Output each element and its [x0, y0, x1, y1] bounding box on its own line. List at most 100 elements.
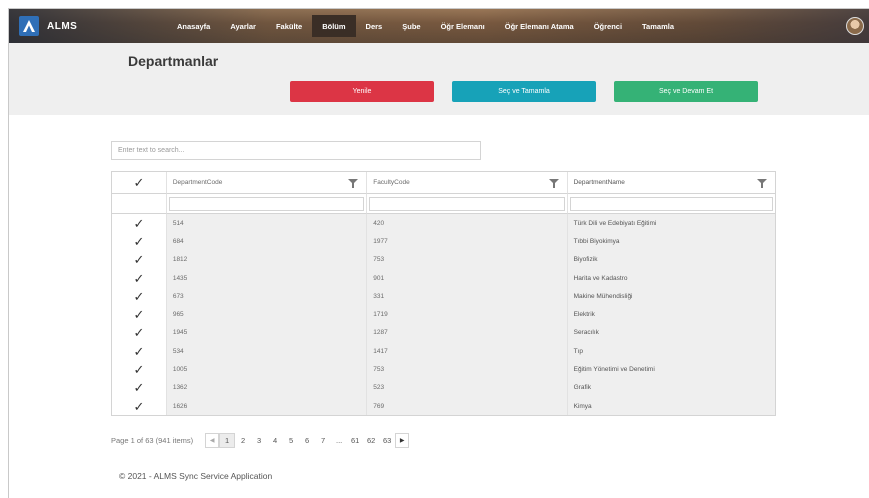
search-input[interactable]: Enter text to search...: [111, 141, 481, 160]
cell-department-name: Harita ve Kadastro: [567, 268, 775, 288]
pager: Page 1 of 63 (941 items) ◀ 1 2 3 4 5 6 7... 61 6…: [111, 433, 410, 448]
cell-faculty-code: 523: [367, 378, 568, 397]
cell-department-code: 1005: [166, 360, 368, 379]
page-button[interactable]: 5: [283, 433, 299, 448]
check-icon: ✓: [133, 343, 145, 359]
cell-faculty-code: 753: [367, 250, 568, 269]
grid-filter-row: [112, 194, 775, 214]
alms-logo-icon: [19, 16, 39, 36]
next-page-button[interactable]: ▶: [395, 433, 410, 448]
filter-input-department-name[interactable]: [569, 196, 773, 211]
column-header-department-code[interactable]: DepartmentCode: [166, 172, 368, 194]
cell-department-code: 965: [166, 305, 368, 324]
table-row[interactable]: ✓ 673 331 Makine Mühendisliği: [112, 287, 775, 306]
row-checkbox[interactable]: ✓: [112, 360, 167, 379]
row-checkbox[interactable]: ✓: [112, 378, 167, 397]
page-button[interactable]: 6: [299, 433, 315, 448]
table-row[interactable]: ✓ 684 1977 Tıbbi Biyokimya: [112, 232, 775, 251]
table-row[interactable]: ✓ 1005 753 Eğitim Yönetimi ve Denetimi: [112, 360, 775, 379]
nav-item-6[interactable]: Öğr Elemanı: [431, 15, 495, 37]
select-all-checkbox[interactable]: ✓: [112, 172, 167, 194]
main-nav: Anasayfa Ayarlar Fakülte Bölüm Ders Şube Öğr E…: [167, 9, 684, 43]
check-icon: ✓: [133, 362, 145, 378]
page-button[interactable]: 4: [267, 433, 283, 448]
check-icon: ✓: [133, 325, 145, 341]
nav-item-3[interactable]: Bölüm: [312, 15, 356, 37]
row-checkbox[interactable]: ✓: [112, 268, 167, 288]
cell-faculty-code: 1287: [367, 323, 568, 343]
filter-input-department-code[interactable]: [168, 196, 365, 211]
nav-item-9[interactable]: Tamamla: [632, 15, 684, 37]
table-row[interactable]: ✓ 534 1417 Tıp: [112, 342, 775, 361]
row-checkbox[interactable]: ✓: [112, 305, 167, 324]
check-icon: ✓: [133, 380, 145, 396]
filter-input-faculty-code[interactable]: [369, 196, 565, 211]
table-row[interactable]: ✓ 1812 753 Biyofizik: [112, 250, 775, 269]
cell-faculty-code: 901: [367, 268, 568, 288]
cell-department-code: 673: [166, 287, 368, 306]
prev-page-button[interactable]: ◀: [205, 433, 220, 448]
page-button[interactable]: 7: [315, 433, 331, 448]
table-row[interactable]: ✓ 1626 769 Kimya: [112, 396, 775, 416]
table-row[interactable]: ✓ 1435 901 Harita ve Kadastro: [112, 268, 775, 288]
cell-faculty-code: 753: [367, 360, 568, 379]
check-icon: ✓: [133, 270, 145, 286]
cell-faculty-code: 1977: [367, 232, 568, 251]
page-button[interactable]: 3: [251, 433, 267, 448]
table-row[interactable]: ✓ 514 420 Türk Dili ve Edebiyatı Eğitimi: [112, 214, 775, 233]
row-checkbox[interactable]: ✓: [112, 287, 167, 306]
cell-department-name: Tıp: [567, 342, 775, 361]
cell-faculty-code: 769: [367, 396, 568, 416]
brand[interactable]: ALMS: [19, 16, 77, 36]
select-and-complete-button[interactable]: Seç ve Tamamla: [452, 81, 596, 102]
page-button[interactable]: 61: [347, 433, 363, 448]
row-checkbox[interactable]: ✓: [112, 214, 167, 233]
filter-icon[interactable]: [348, 179, 359, 188]
nav-item-7[interactable]: Öğr Elemanı Atama: [495, 15, 584, 37]
grid-body: ✓ 514 420 Türk Dili ve Edebiyatı Eğitimi ✓ 68…: [112, 214, 775, 416]
check-icon: ✓: [133, 307, 145, 323]
column-header-faculty-code[interactable]: FacultyCode: [367, 172, 568, 194]
cell-department-code: 514: [166, 214, 368, 233]
check-icon: ✓: [133, 398, 145, 414]
pager-summary: Page 1 of 63 (941 items): [111, 436, 194, 445]
cell-department-code: 684: [166, 232, 368, 251]
user-avatar[interactable]: [846, 17, 864, 35]
row-checkbox[interactable]: ✓: [112, 342, 167, 361]
cell-faculty-code: 1719: [367, 305, 568, 324]
nav-item-4[interactable]: Ders: [356, 15, 393, 37]
table-row[interactable]: ✓ 1362 523 Grafik: [112, 378, 775, 397]
column-header-department-name[interactable]: DepartmentName: [567, 172, 775, 194]
row-checkbox[interactable]: ✓: [112, 323, 167, 343]
nav-item-0[interactable]: Anasayfa: [167, 15, 220, 37]
row-checkbox[interactable]: ✓: [112, 396, 167, 416]
nav-item-8[interactable]: Öğrenci: [584, 15, 632, 37]
top-navbar: ALMS Anasayfa Ayarlar Fakülte Bölüm Ders Şube…: [9, 9, 869, 43]
departments-grid: ✓ DepartmentCode FacultyCode DepartmentN…: [111, 171, 776, 417]
table-row[interactable]: ✓ 965 1719 Elektrik: [112, 305, 775, 324]
cell-department-name: Eğitim Yönetimi ve Denetimi: [567, 360, 775, 379]
cell-department-name: Elektrik: [567, 305, 775, 324]
page-button[interactable]: 62: [363, 433, 379, 448]
cell-department-code: 534: [166, 342, 368, 361]
pager-ellipsis: ...: [336, 436, 343, 445]
page-button[interactable]: 63: [379, 433, 395, 448]
row-checkbox[interactable]: ✓: [112, 232, 167, 251]
nav-item-2[interactable]: Fakülte: [266, 15, 312, 37]
cell-department-name: Seracılık: [567, 323, 775, 343]
cell-department-code: 1945: [166, 323, 368, 343]
page-button[interactable]: 2: [235, 433, 251, 448]
cell-department-code: 1435: [166, 268, 368, 288]
page-button[interactable]: 1: [219, 433, 236, 448]
check-icon: ✓: [133, 175, 145, 190]
row-checkbox[interactable]: ✓: [112, 250, 167, 269]
page-title: Departmanlar: [128, 53, 219, 69]
refresh-button[interactable]: Yenile: [290, 81, 434, 102]
nav-item-5[interactable]: Şube: [392, 15, 430, 37]
filter-icon[interactable]: [756, 179, 767, 188]
table-row[interactable]: ✓ 1945 1287 Seracılık: [112, 323, 775, 343]
filter-icon[interactable]: [548, 179, 559, 188]
select-and-continue-button[interactable]: Seç ve Devam Et: [614, 81, 758, 102]
nav-item-1[interactable]: Ayarlar: [220, 15, 266, 37]
cell-department-name: Türk Dili ve Edebiyatı Eğitimi: [567, 214, 775, 233]
